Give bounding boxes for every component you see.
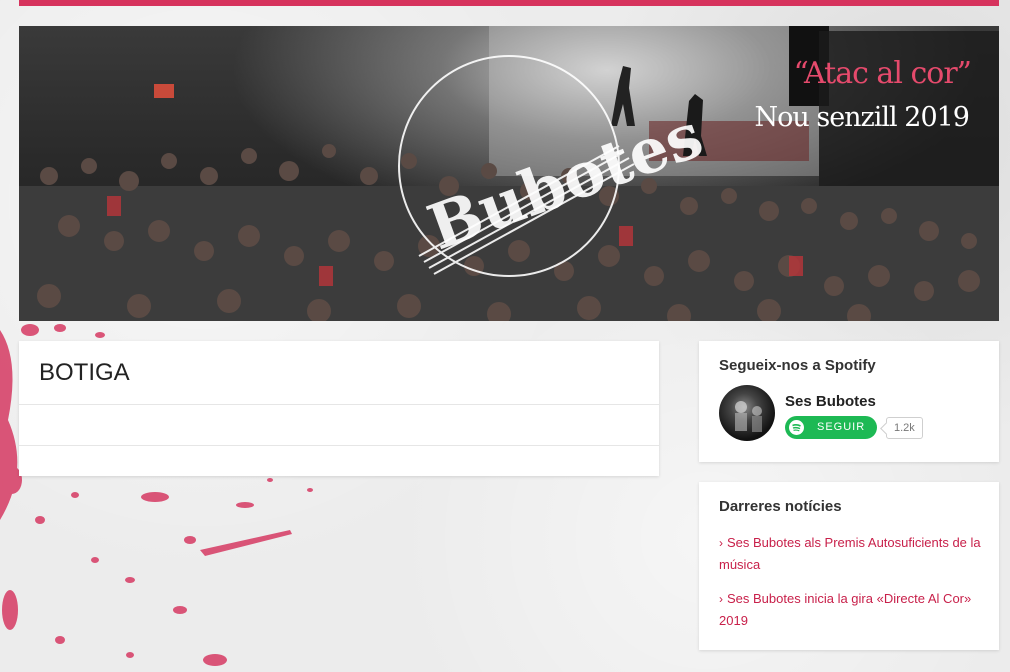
news-link-label: Ses Bubotes inicia la gira «Directe Al C… bbox=[719, 591, 972, 628]
news-item[interactable]: › Ses Bubotes als Premis Autosuficients d… bbox=[719, 532, 981, 575]
follower-count-badge: 1.2k bbox=[886, 417, 923, 439]
news-item[interactable]: › Ses Bubotes inicia la gira «Directe Al … bbox=[719, 588, 981, 631]
follow-button[interactable]: SEGUIR bbox=[785, 416, 877, 439]
widget-title: Segueix-nos a Spotify bbox=[719, 357, 876, 374]
divider bbox=[19, 445, 659, 446]
spotify-widget: Segueix-nos a Spotify Ses Bubotes SEGUIR… bbox=[699, 341, 999, 462]
divider bbox=[19, 404, 659, 405]
chevron-right-icon: › bbox=[719, 536, 723, 550]
avatar[interactable] bbox=[719, 385, 775, 441]
widget-title: Darreres notícies bbox=[719, 498, 842, 515]
chevron-right-icon: › bbox=[719, 592, 723, 606]
news-link[interactable]: › Ses Bubotes als Premis Autosuficients d… bbox=[719, 535, 981, 572]
hero-quote: “Atac al cor” bbox=[793, 56, 972, 91]
artist-name[interactable]: Ses Bubotes bbox=[785, 393, 876, 410]
news-link-label: Ses Bubotes als Premis Autosuficients de… bbox=[719, 535, 981, 572]
spotify-icon bbox=[789, 420, 804, 435]
news-list: › Ses Bubotes als Premis Autosuficients d… bbox=[719, 532, 981, 644]
page-title: BOTIGA bbox=[39, 359, 130, 386]
news-link[interactable]: › Ses Bubotes inicia la gira «Directe Al … bbox=[719, 591, 971, 628]
content-card: BOTIGA bbox=[19, 341, 659, 476]
hero-subtitle: Nou senzill 2019 bbox=[754, 102, 970, 133]
artist-photo-icon bbox=[735, 401, 762, 432]
follow-button-label: SEGUIR bbox=[817, 421, 866, 433]
top-accent-bar bbox=[19, 0, 999, 6]
news-widget: Darreres notícies › Ses Bubotes als Premi… bbox=[699, 482, 999, 650]
hero-banner[interactable]: Bubotes “Atac al cor” Nou senzill 2019 bbox=[19, 26, 999, 321]
